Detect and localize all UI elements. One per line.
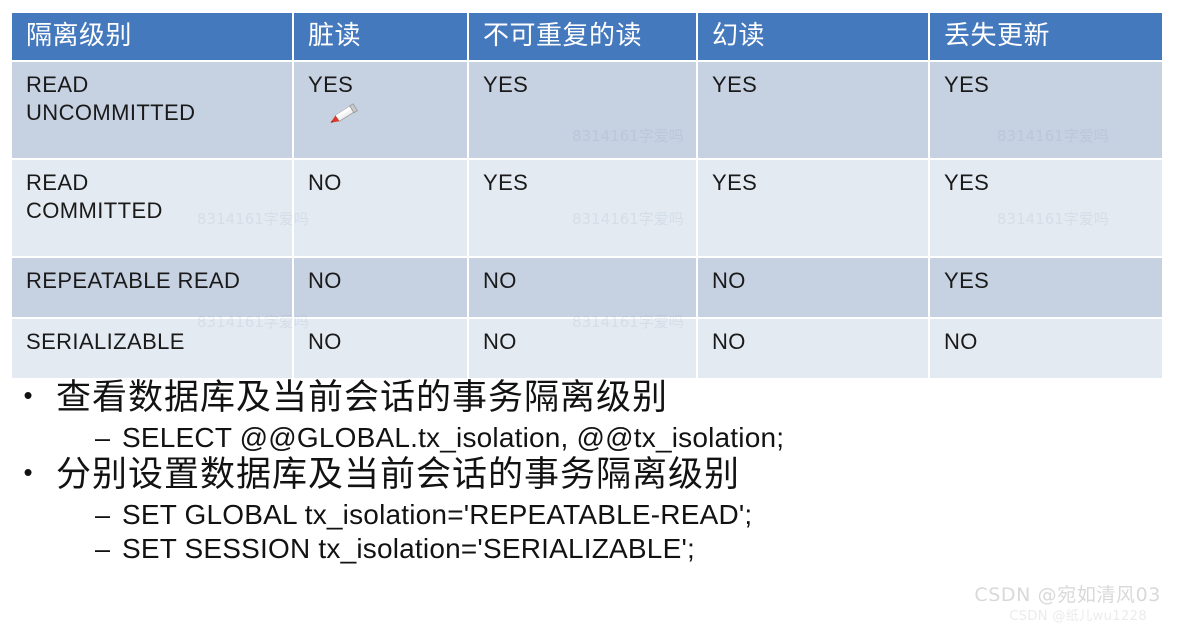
table-header: 隔离级别 脏读 不可重复的读 幻读 丢失更新 [12,13,1162,62]
cell-dirty-read: NO [293,158,469,258]
csdn-watermark: CSDN @宛如清风03 [974,584,1161,606]
table-row: READ COMMITTED NO YES YES YES [12,158,1162,258]
cell-lost-update: YES [929,256,1162,319]
isolation-level-table-container: 隔离级别 脏读 不可重复的读 幻读 丢失更新 READ UNCOMMITTED … [12,13,1162,380]
bullet-subitem-2-1: – SET GLOBAL tx_isolation='REPEATABLE-RE… [0,498,1177,532]
column-header-dirty-read: 脏读 [293,13,469,62]
cell-lost-update: YES [929,60,1162,160]
bullet-text: 分别设置数据库及当前会话的事务隔离级别 [56,455,741,496]
bullet-subitem-1-1: – SELECT @@GLOBAL.tx_isolation, @@tx_iso… [0,421,1177,455]
pen-icon [326,103,360,129]
table-body: READ UNCOMMITTED YES YES YES YES READ CO… [12,60,1162,380]
cell-phantom-read: NO [697,256,930,319]
slide-root: 隔离级别 脏读 不可重复的读 幻读 丢失更新 READ UNCOMMITTED … [0,0,1177,625]
isolation-level-label: READ UNCOMMITTED [26,71,196,126]
sql-statement-set-session: SET SESSION tx_isolation='SERIALIZABLE'; [122,533,695,565]
cell-non-repeatable-read: YES [468,60,698,160]
cell-isolation-level: READ UNCOMMITTED [12,60,294,160]
isolation-level-table: 隔离级别 脏读 不可重复的读 幻读 丢失更新 READ UNCOMMITTED … [12,13,1162,380]
cell-dirty-read: NO [293,256,469,319]
bullet-list: • 查看数据库及当前会话的事务隔离级别 – SELECT @@GLOBAL.tx… [0,378,1177,567]
isolation-level-label: REPEATABLE READ [26,267,241,293]
dirty-read-value: YES [308,71,354,97]
table-row: READ UNCOMMITTED YES YES YES YES [12,60,1162,160]
column-header-isolation-level: 隔离级别 [12,13,294,62]
bullet-marker-icon: • [23,380,33,410]
cell-isolation-level: READ COMMITTED [12,158,294,258]
bullet-subitem-2-2: – SET SESSION tx_isolation='SERIALIZABLE… [0,532,1177,566]
cell-lost-update: YES [929,158,1162,258]
bullet-text: 查看数据库及当前会话的事务隔离级别 [56,378,669,418]
column-header-non-repeatable-read: 不可重复的读 [468,13,698,62]
isolation-level-label: SERIALIZABLE [26,328,185,354]
cell-dirty-read: YES [293,60,469,160]
dash-marker-icon: – [94,499,110,530]
bullet-item-1: • 查看数据库及当前会话的事务隔离级别 [0,378,1177,419]
cell-phantom-read: YES [697,158,930,258]
sql-statement-select: SELECT @@GLOBAL.tx_isolation, @@tx_isola… [122,421,785,453]
dash-marker-icon: – [94,422,110,453]
cell-dirty-read: NO [293,317,469,380]
cell-non-repeatable-read: NO [468,256,698,319]
dash-marker-icon: – [94,534,110,565]
cell-isolation-level: SERIALIZABLE [12,317,294,380]
table-row: SERIALIZABLE NO NO NO NO [12,317,1162,380]
table-row: REPEATABLE READ NO NO NO YES [12,256,1162,319]
cell-phantom-read: YES [697,60,930,160]
table-header-row: 隔离级别 脏读 不可重复的读 幻读 丢失更新 [12,13,1162,62]
sql-statement-set-global: SET GLOBAL tx_isolation='REPEATABLE-READ… [122,498,753,530]
column-header-phantom-read: 幻读 [697,13,930,62]
isolation-level-label: READ COMMITTED [26,169,163,224]
cell-lost-update: NO [929,317,1162,380]
cell-isolation-level: REPEATABLE READ [12,256,294,319]
column-header-lost-update: 丢失更新 [929,13,1162,62]
bullet-item-2: • 分别设置数据库及当前会话的事务隔离级别 [0,455,1177,496]
bullet-marker-icon: • [23,457,33,488]
cell-non-repeatable-read: YES [468,158,698,258]
csdn-watermark-secondary: CSDN @纸儿wu1228 [1009,609,1147,624]
cell-phantom-read: NO [697,317,930,380]
cell-non-repeatable-read: NO [468,317,698,380]
